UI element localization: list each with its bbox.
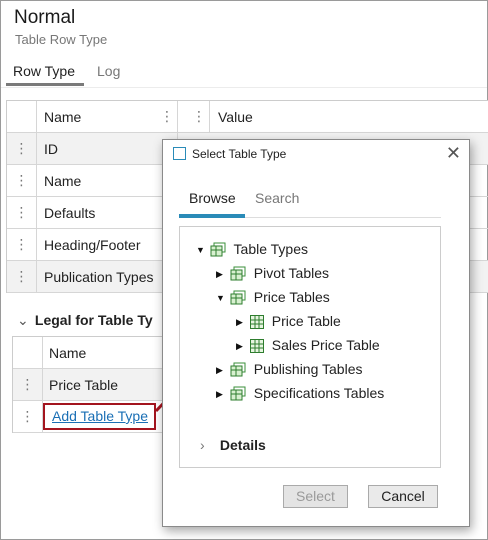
select-button[interactable]: Select — [283, 485, 348, 508]
table-icon — [249, 339, 264, 353]
close-icon[interactable]: ✕ — [446, 143, 461, 163]
expand-triangle-icon[interactable]: ▶ — [236, 312, 246, 332]
tree-item-label: Publishing Tables — [253, 361, 363, 377]
tree-item-sales-price-table[interactable]: ▶ Sales Price Table — [236, 335, 380, 355]
cancel-button[interactable]: Cancel — [368, 485, 438, 508]
folder-table-icon — [230, 386, 246, 401]
details-label: Details — [219, 437, 266, 453]
tree-item-pivot-tables[interactable]: ▶ Pivot Tables — [216, 263, 329, 283]
expand-triangle-icon[interactable]: ▶ — [216, 264, 226, 284]
table-type-tree: ▼ Table Types ▶ Pivot Tables ▼ Price Tab… — [179, 226, 441, 468]
tree-item-label: Specifications Tables — [253, 385, 385, 401]
tree-item-price-table[interactable]: ▶ Price Table — [236, 311, 341, 331]
chevron-right-icon: › — [200, 437, 205, 453]
table-icon — [249, 315, 264, 329]
tree-item-label: Sales Price Table — [271, 337, 380, 353]
tree-item-label: Price Table — [271, 313, 341, 329]
tree-item-specifications-tables[interactable]: ▶ Specifications Tables — [216, 383, 384, 403]
expand-triangle-icon[interactable]: ▶ — [216, 360, 226, 380]
dialog-title-text: Select Table Type — [192, 147, 287, 161]
folder-table-icon — [210, 242, 226, 257]
tab-search[interactable]: Search — [255, 190, 299, 206]
tree-item-price-tables[interactable]: ▼ Price Tables — [216, 287, 330, 307]
dialog-title: Select Table Type — [173, 147, 286, 167]
folder-table-icon — [230, 362, 246, 377]
tree-item-publishing-tables[interactable]: ▶ Publishing Tables — [216, 359, 363, 379]
tree-item-label: Table Types — [233, 241, 308, 257]
tree-item-table-types[interactable]: ▼ Table Types — [196, 239, 308, 259]
main-window: Normal Table Row Type Row Type Log Name … — [0, 0, 488, 540]
collapse-triangle-icon[interactable]: ▼ — [196, 240, 206, 260]
folder-table-icon — [230, 266, 246, 281]
tree-item-label: Pivot Tables — [253, 265, 330, 281]
expand-triangle-icon[interactable]: ▶ — [216, 384, 226, 404]
folder-table-icon — [230, 290, 246, 305]
dialog-tab-bar: Browse Search — [179, 190, 441, 218]
expand-triangle-icon[interactable]: ▶ — [236, 336, 246, 356]
active-tab-underline — [179, 214, 245, 218]
tab-browse[interactable]: Browse — [189, 190, 236, 206]
select-table-type-dialog: Select Table Type ✕ Browse Search ▼ Tabl… — [162, 139, 470, 527]
collapse-triangle-icon[interactable]: ▼ — [216, 288, 226, 308]
window-icon — [173, 147, 186, 160]
details-expander[interactable]: › Details — [200, 437, 266, 453]
tree-item-label: Price Tables — [253, 289, 330, 305]
